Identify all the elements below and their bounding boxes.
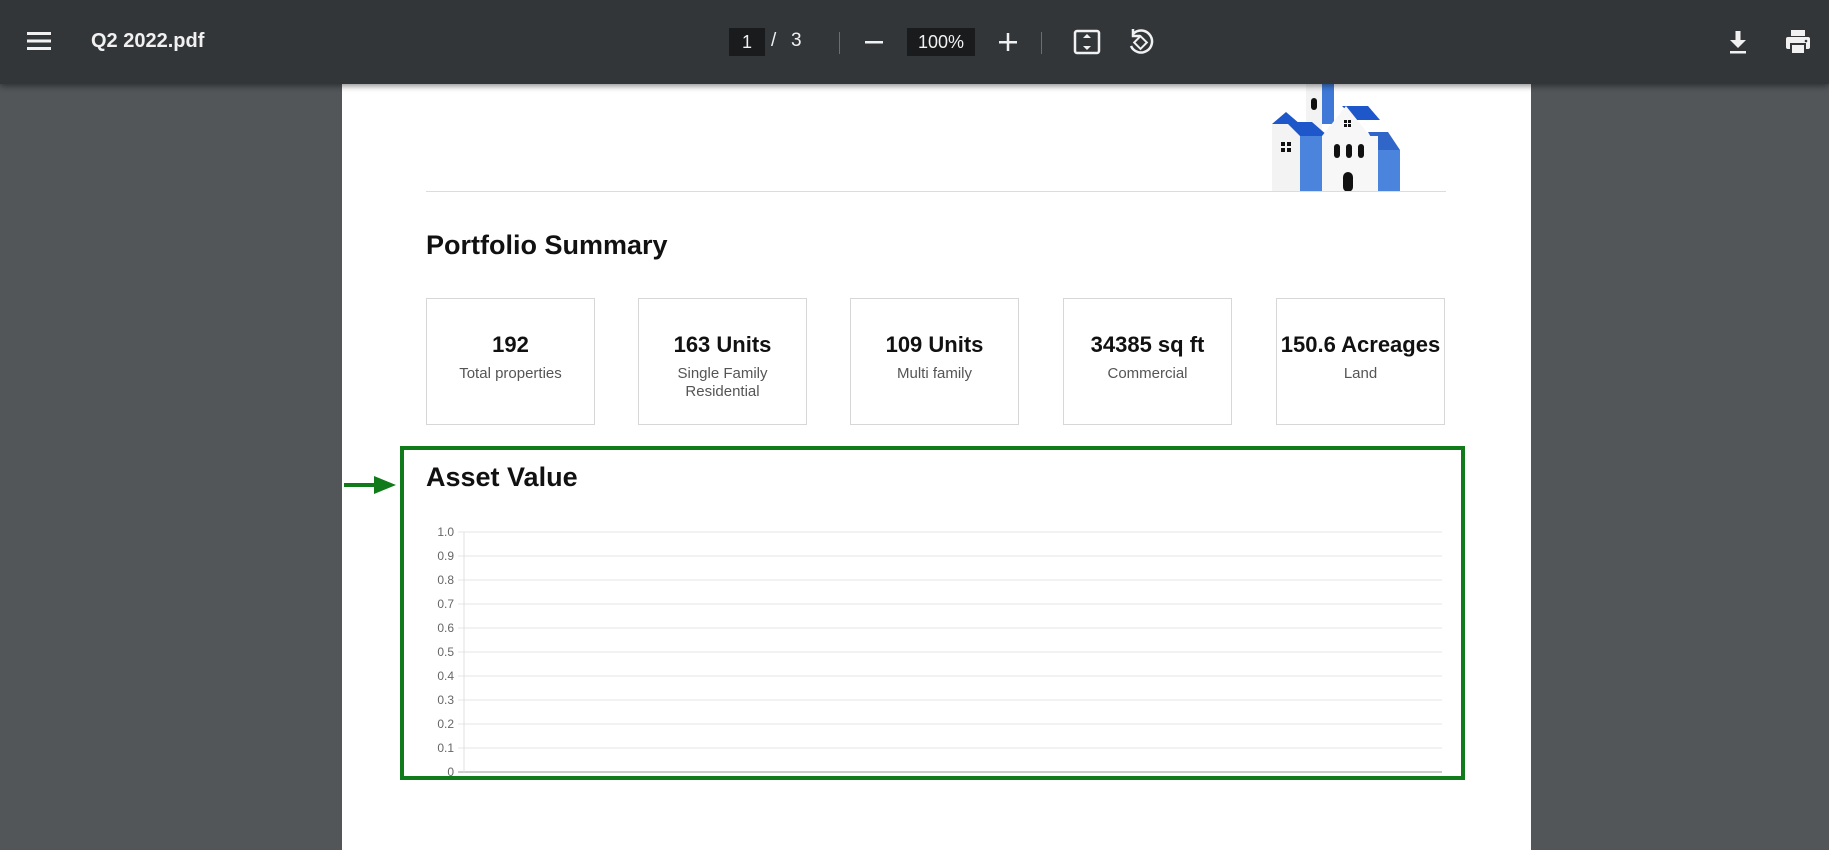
house-logo (1272, 84, 1422, 192)
highlight-box (400, 446, 1465, 780)
download-icon (1730, 31, 1746, 54)
minus-icon (865, 41, 883, 44)
total-pages: 3 (791, 30, 802, 51)
card-value: 192 (492, 332, 529, 357)
summary-card-total-properties: 192 Total properties (426, 298, 595, 425)
file-title: Q2 2022.pdf (91, 30, 205, 52)
zoom-out-button[interactable] (856, 24, 892, 60)
card-value: 163 Units (673, 332, 772, 357)
zoom-in-button[interactable] (990, 24, 1026, 60)
header-divider (426, 191, 1446, 192)
page-number-input[interactable]: 1 (729, 28, 765, 56)
card-value: 34385 sq ft (1090, 332, 1205, 357)
menu-icon[interactable] (24, 28, 54, 54)
fit-page-button[interactable] (1069, 24, 1105, 60)
rotate-icon (1129, 29, 1154, 54)
print-icon (1786, 30, 1810, 55)
page-separator: / (771, 30, 777, 51)
portfolio-summary-heading: Portfolio Summary (426, 230, 668, 260)
zoom-level-input[interactable]: 100% (907, 28, 975, 56)
arrow-right-icon (344, 476, 396, 494)
card-label: Land (1343, 365, 1378, 382)
rotate-button[interactable] (1122, 24, 1158, 60)
card-label: Multi family (896, 365, 972, 382)
card-label: Single Family Residential (677, 365, 768, 400)
plus-icon (999, 33, 1017, 51)
summary-card-multi-family: 109 Units Multi family (850, 298, 1019, 425)
card-value: 150.6 Acreages (1280, 332, 1441, 357)
summary-card-commercial: 34385 sq ft Commercial (1063, 298, 1232, 425)
toolbar-divider (1041, 32, 1042, 54)
card-label: Commercial (1107, 365, 1188, 382)
summary-card-land: 150.6 Acreages Land (1276, 298, 1445, 425)
pdf-toolbar: Q2 2022.pdf 1 / 3 100% (0, 0, 1829, 84)
toolbar-divider (839, 32, 840, 54)
card-label: Total properties (459, 365, 562, 382)
print-button[interactable] (1780, 24, 1816, 60)
fit-page-icon (1073, 29, 1101, 55)
card-value: 109 Units (885, 332, 984, 357)
summary-card-single-family: 163 Units Single Family Residential (638, 298, 807, 425)
download-button[interactable] (1720, 24, 1756, 60)
